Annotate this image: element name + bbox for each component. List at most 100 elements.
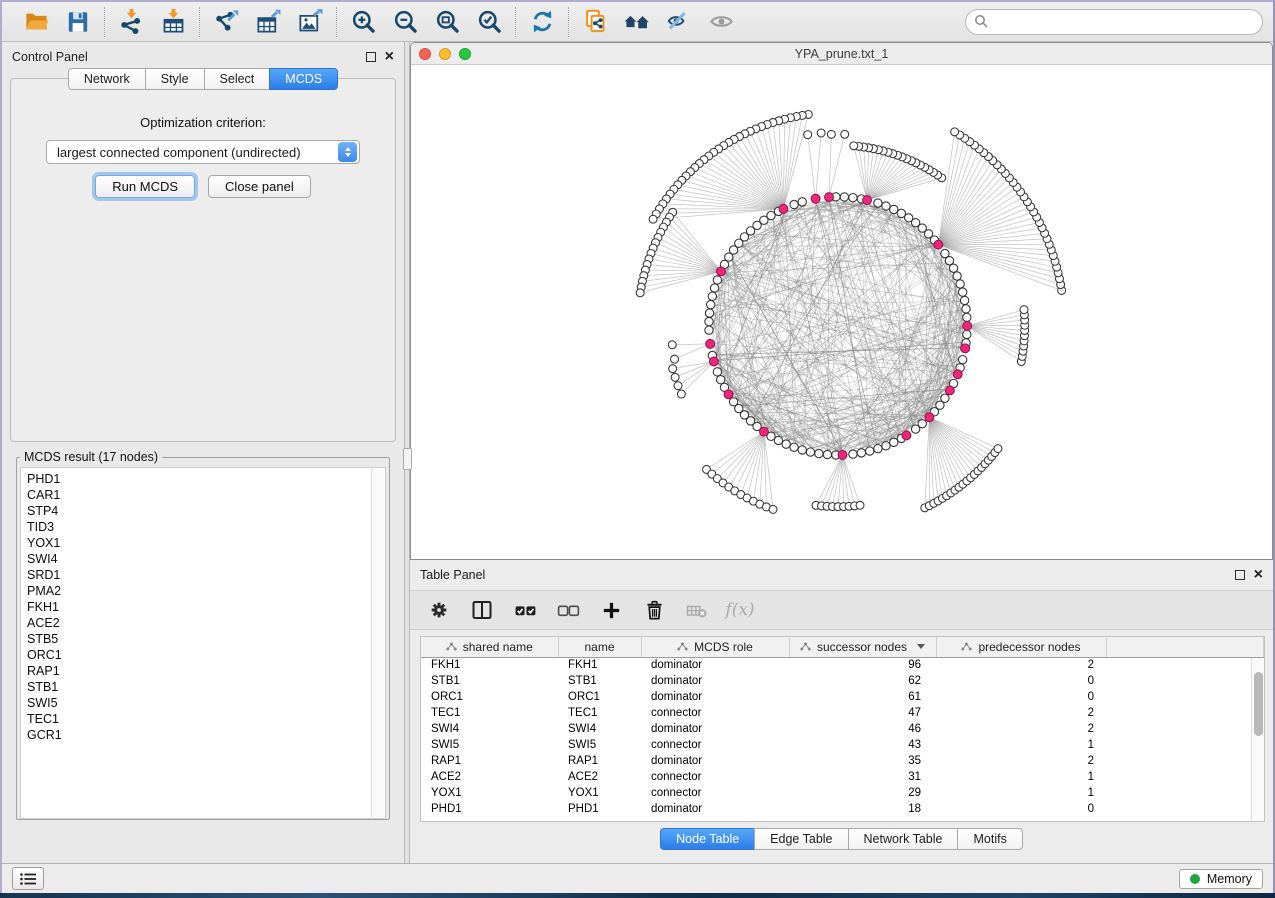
table-cell[interactable]: 61 bbox=[789, 689, 936, 705]
first-neighbors-icon[interactable] bbox=[623, 8, 651, 36]
table-cell[interactable]: 1 bbox=[936, 785, 1106, 801]
tab-motifs[interactable]: Motifs bbox=[957, 828, 1022, 850]
mcds-result-item[interactable]: PMA2 bbox=[27, 583, 385, 599]
add-column-icon[interactable] bbox=[598, 597, 624, 623]
table-cell[interactable]: FKH1 bbox=[421, 657, 558, 673]
table-cell[interactable]: 2 bbox=[936, 753, 1106, 769]
export-network-icon[interactable] bbox=[212, 8, 240, 36]
table-cell[interactable]: 1 bbox=[936, 737, 1106, 753]
table-cell[interactable]: SWI4 bbox=[421, 721, 558, 737]
table-cell[interactable]: ACE2 bbox=[421, 769, 558, 785]
table-cell[interactable]: dominator bbox=[641, 753, 789, 769]
mcds-result-item[interactable]: YOX1 bbox=[27, 535, 385, 551]
table-cell[interactable]: 46 bbox=[789, 721, 936, 737]
deselect-all-icon[interactable] bbox=[555, 597, 581, 623]
table-cell[interactable]: RAP1 bbox=[421, 753, 558, 769]
mcds-result-item[interactable]: RAP1 bbox=[27, 663, 385, 679]
table-cell[interactable]: YOX1 bbox=[558, 785, 641, 801]
table-cell[interactable]: TEC1 bbox=[421, 705, 558, 721]
duplicate-network-icon[interactable] bbox=[581, 8, 609, 36]
mcds-result-item[interactable]: PHD1 bbox=[27, 471, 385, 487]
network-window-titlebar[interactable]: YPA_prune.txt_1 bbox=[411, 43, 1272, 65]
table-row[interactable]: TEC1TEC1connector472 bbox=[421, 705, 1264, 721]
zoom-in-icon[interactable] bbox=[349, 8, 377, 36]
zoom-fit-icon[interactable] bbox=[433, 8, 461, 36]
hide-selected-icon[interactable] bbox=[665, 8, 693, 36]
table-cell[interactable]: 35 bbox=[789, 753, 936, 769]
table-cell[interactable]: STB1 bbox=[558, 673, 641, 689]
table-cell[interactable]: connector bbox=[641, 769, 789, 785]
export-table-icon[interactable] bbox=[254, 8, 282, 36]
mcds-result-item[interactable]: STB1 bbox=[27, 679, 385, 695]
table-cell[interactable]: connector bbox=[641, 785, 789, 801]
table-cell[interactable]: 47 bbox=[789, 705, 936, 721]
table-cell[interactable]: dominator bbox=[641, 673, 789, 689]
table-cell[interactable]: ORC1 bbox=[558, 689, 641, 705]
close-panel-button[interactable]: Close panel bbox=[208, 175, 311, 198]
mcds-result-item[interactable]: CAR1 bbox=[27, 487, 385, 503]
table-row[interactable]: SWI4SWI4dominator462 bbox=[421, 721, 1264, 737]
table-row[interactable]: ORC1ORC1dominator610 bbox=[421, 689, 1264, 705]
table-cell[interactable]: YOX1 bbox=[421, 785, 558, 801]
task-history-button[interactable] bbox=[12, 867, 44, 890]
run-mcds-button[interactable]: Run MCDS bbox=[95, 175, 195, 198]
mcds-result-item[interactable]: ORC1 bbox=[27, 647, 385, 663]
tab-edge-table[interactable]: Edge Table bbox=[754, 828, 848, 850]
table-cell[interactable]: dominator bbox=[641, 721, 789, 737]
column-header-MCDS-role[interactable]: MCDS role bbox=[641, 637, 789, 657]
refresh-icon[interactable] bbox=[528, 8, 556, 36]
float-panel-icon[interactable] bbox=[1235, 570, 1245, 580]
table-scrollbar[interactable] bbox=[1251, 658, 1264, 821]
tab-node-table[interactable]: Node Table bbox=[660, 828, 755, 850]
list-scrollbar[interactable] bbox=[371, 469, 384, 817]
table-cell[interactable]: TEC1 bbox=[558, 705, 641, 721]
close-panel-icon[interactable]: × bbox=[1254, 570, 1263, 580]
zoom-selected-icon[interactable] bbox=[475, 8, 503, 36]
table-row[interactable]: FKH1FKH1dominator962 bbox=[421, 657, 1264, 673]
search-input[interactable] bbox=[994, 12, 1254, 32]
column-header-successor-nodes[interactable]: successor nodes bbox=[789, 637, 936, 657]
table-cell[interactable]: FKH1 bbox=[558, 657, 641, 673]
column-header-predecessor-nodes[interactable]: predecessor nodes bbox=[936, 637, 1106, 657]
table-scrollbar-thumb[interactable] bbox=[1254, 672, 1263, 736]
table-row[interactable]: SWI5SWI5connector431 bbox=[421, 737, 1264, 753]
panel-splitter[interactable] bbox=[404, 42, 410, 863]
column-header-name[interactable]: name bbox=[558, 637, 641, 657]
table-cell[interactable]: RAP1 bbox=[558, 753, 641, 769]
table-cell[interactable]: 43 bbox=[789, 737, 936, 753]
table-cell[interactable]: SWI5 bbox=[421, 737, 558, 753]
table-cell[interactable]: dominator bbox=[641, 801, 789, 817]
table-cell[interactable]: dominator bbox=[641, 689, 789, 705]
mcds-result-item[interactable]: SWI4 bbox=[27, 551, 385, 567]
tab-mcds[interactable]: MCDS bbox=[269, 68, 338, 90]
mcds-result-item[interactable]: STP4 bbox=[27, 503, 385, 519]
table-cell[interactable]: ORC1 bbox=[421, 689, 558, 705]
mcds-result-item[interactable]: SWI5 bbox=[27, 695, 385, 711]
open-file-icon[interactable] bbox=[22, 8, 50, 36]
table-cell[interactable]: 0 bbox=[936, 801, 1106, 817]
table-cell[interactable]: connector bbox=[641, 705, 789, 721]
table-cell[interactable]: ACE2 bbox=[558, 769, 641, 785]
save-session-icon[interactable] bbox=[64, 8, 92, 36]
split-view-icon[interactable] bbox=[469, 597, 495, 623]
table-row[interactable]: STB1STB1dominator620 bbox=[421, 673, 1264, 689]
table-cell[interactable]: dominator bbox=[641, 657, 789, 673]
tab-network-table[interactable]: Network Table bbox=[848, 828, 959, 850]
column-header-shared-name[interactable]: shared name bbox=[421, 637, 558, 657]
table-row[interactable]: PHD1PHD1dominator180 bbox=[421, 801, 1264, 817]
table-cell[interactable]: connector bbox=[641, 737, 789, 753]
mcds-result-item[interactable]: SRD1 bbox=[27, 567, 385, 583]
table-cell[interactable]: 2 bbox=[936, 705, 1106, 721]
delete-column-icon[interactable] bbox=[641, 597, 667, 623]
table-cell[interactable]: STB1 bbox=[421, 673, 558, 689]
table-cell[interactable]: 96 bbox=[789, 657, 936, 673]
table-cell[interactable]: SWI5 bbox=[558, 737, 641, 753]
table-row[interactable]: RAP1RAP1dominator352 bbox=[421, 753, 1264, 769]
table-cell[interactable]: 0 bbox=[936, 689, 1106, 705]
table-row[interactable]: ACE2ACE2connector311 bbox=[421, 769, 1264, 785]
table-cell[interactable]: PHD1 bbox=[421, 801, 558, 817]
table-cell[interactable]: SWI4 bbox=[558, 721, 641, 737]
table-cell[interactable]: 2 bbox=[936, 657, 1106, 673]
memory-button[interactable]: Memory bbox=[1179, 869, 1263, 889]
table-cell[interactable]: 2 bbox=[936, 721, 1106, 737]
